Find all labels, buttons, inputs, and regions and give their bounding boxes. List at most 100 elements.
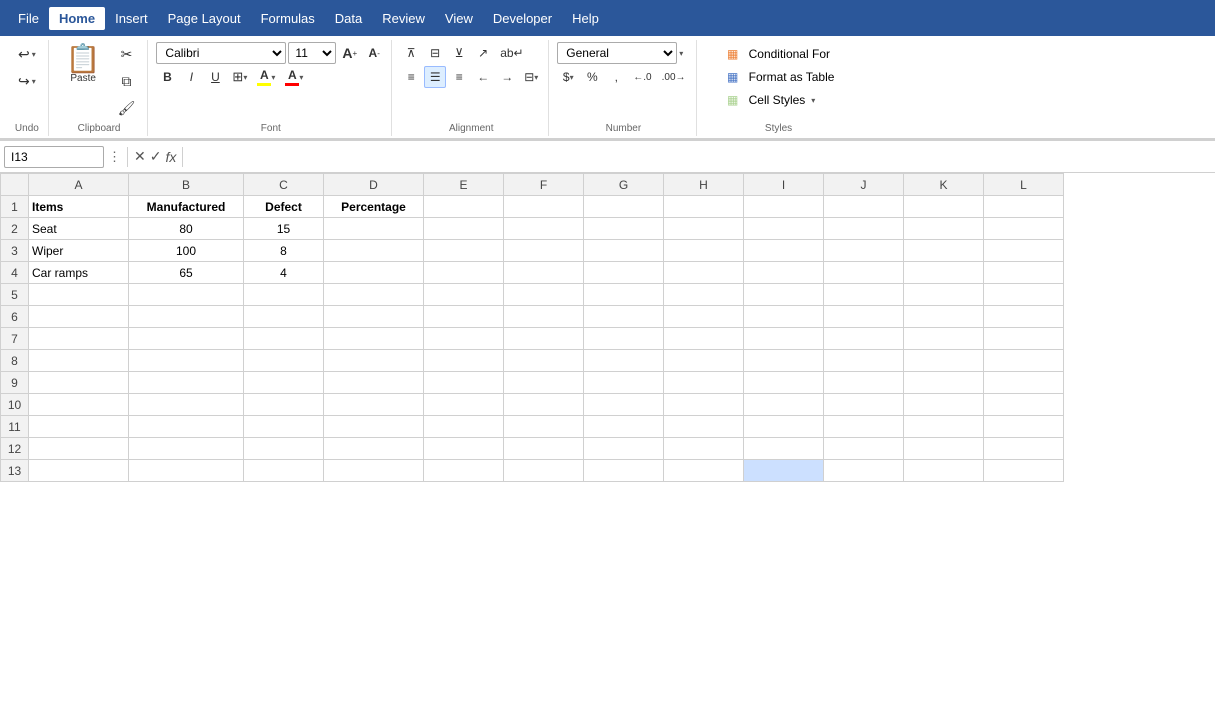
cell-E6[interactable] xyxy=(424,306,504,328)
decrease-decimal-button[interactable]: ←.0 xyxy=(629,66,655,88)
cell-C5[interactable] xyxy=(244,284,324,306)
row-header-1[interactable]: 1 xyxy=(1,196,29,218)
col-header-k[interactable]: K xyxy=(904,174,984,196)
col-header-b[interactable]: B xyxy=(129,174,244,196)
font-family-select[interactable]: Calibri xyxy=(156,42,286,64)
cell-A9[interactable] xyxy=(29,372,129,394)
cell-F6[interactable] xyxy=(504,306,584,328)
increase-indent-button[interactable]: → xyxy=(496,66,518,88)
cell-K12[interactable] xyxy=(904,438,984,460)
cell-G1[interactable] xyxy=(584,196,664,218)
accounting-format-button[interactable]: $ ▾ xyxy=(557,66,579,88)
cell-I4[interactable] xyxy=(744,262,824,284)
cell-K8[interactable] xyxy=(904,350,984,372)
col-header-l[interactable]: L xyxy=(984,174,1064,196)
cell-E13[interactable] xyxy=(424,460,504,482)
cell-B10[interactable] xyxy=(129,394,244,416)
cell-D3[interactable] xyxy=(324,240,424,262)
menu-formulas[interactable]: Formulas xyxy=(251,7,325,30)
cell-G9[interactable] xyxy=(584,372,664,394)
paste-button[interactable]: 📋 Paste xyxy=(57,42,110,121)
cell-C4[interactable]: 4 xyxy=(244,262,324,284)
insert-function-button[interactable]: fx xyxy=(165,149,176,165)
cell-B2[interactable]: 80 xyxy=(129,218,244,240)
col-header-i[interactable]: I xyxy=(744,174,824,196)
cell-G5[interactable] xyxy=(584,284,664,306)
cell-H10[interactable] xyxy=(664,394,744,416)
align-top-button[interactable]: ⊼ xyxy=(400,42,422,64)
cell-H6[interactable] xyxy=(664,306,744,328)
cell-B13[interactable] xyxy=(129,460,244,482)
row-header-8[interactable]: 8 xyxy=(1,350,29,372)
col-header-e[interactable]: E xyxy=(424,174,504,196)
cell-K11[interactable] xyxy=(904,416,984,438)
wrap-text-button[interactable]: ab↵ xyxy=(496,42,527,64)
cell-L7[interactable] xyxy=(984,328,1064,350)
cell-D2[interactable] xyxy=(324,218,424,240)
cell-E9[interactable] xyxy=(424,372,504,394)
menu-developer[interactable]: Developer xyxy=(483,7,562,30)
font-shrink-button[interactable]: A- xyxy=(363,42,385,64)
row-header-7[interactable]: 7 xyxy=(1,328,29,350)
cell-C1[interactable]: Defect xyxy=(244,196,324,218)
cell-K3[interactable] xyxy=(904,240,984,262)
menu-home[interactable]: Home xyxy=(49,7,105,30)
col-header-g[interactable]: G xyxy=(584,174,664,196)
cell-A2[interactable]: Seat xyxy=(29,218,129,240)
cell-K2[interactable] xyxy=(904,218,984,240)
cell-styles-button[interactable]: ▦ Cell Styles ▾ xyxy=(719,90,839,110)
cell-K9[interactable] xyxy=(904,372,984,394)
cell-L10[interactable] xyxy=(984,394,1064,416)
col-header-a[interactable]: A xyxy=(29,174,129,196)
cell-C10[interactable] xyxy=(244,394,324,416)
formula-bar-menu-icon[interactable]: ⋮ xyxy=(108,149,121,165)
cell-G4[interactable] xyxy=(584,262,664,284)
cell-C8[interactable] xyxy=(244,350,324,372)
cell-C13[interactable] xyxy=(244,460,324,482)
cell-J5[interactable] xyxy=(824,284,904,306)
cell-H3[interactable] xyxy=(664,240,744,262)
format-painter-button[interactable]: 🖌 xyxy=(112,96,142,121)
cell-D9[interactable] xyxy=(324,372,424,394)
cell-I9[interactable] xyxy=(744,372,824,394)
bold-button[interactable]: B xyxy=(156,66,178,88)
menu-review[interactable]: Review xyxy=(372,7,435,30)
cell-A11[interactable] xyxy=(29,416,129,438)
cell-L1[interactable] xyxy=(984,196,1064,218)
cell-F5[interactable] xyxy=(504,284,584,306)
cell-B12[interactable] xyxy=(129,438,244,460)
sheet-container[interactable]: A B C D E F G H I J K L 1ItemsManufactur… xyxy=(0,173,1215,482)
border-button[interactable]: ⊞ ▾ xyxy=(228,66,251,88)
cell-D1[interactable]: Percentage xyxy=(324,196,424,218)
number-format-select[interactable]: General xyxy=(557,42,677,64)
col-header-f[interactable]: F xyxy=(504,174,584,196)
row-header-5[interactable]: 5 xyxy=(1,284,29,306)
format-as-table-button[interactable]: ▦ Format as Table xyxy=(719,67,839,87)
cell-L13[interactable] xyxy=(984,460,1064,482)
cell-G10[interactable] xyxy=(584,394,664,416)
cell-K4[interactable] xyxy=(904,262,984,284)
menu-page-layout[interactable]: Page Layout xyxy=(158,7,251,30)
cell-H11[interactable] xyxy=(664,416,744,438)
cell-B4[interactable]: 65 xyxy=(129,262,244,284)
percent-button[interactable]: % xyxy=(581,66,603,88)
cell-F8[interactable] xyxy=(504,350,584,372)
cell-F4[interactable] xyxy=(504,262,584,284)
cell-A13[interactable] xyxy=(29,460,129,482)
cell-J8[interactable] xyxy=(824,350,904,372)
cell-B9[interactable] xyxy=(129,372,244,394)
cell-E8[interactable] xyxy=(424,350,504,372)
cell-F1[interactable] xyxy=(504,196,584,218)
cell-A5[interactable] xyxy=(29,284,129,306)
col-header-c[interactable]: C xyxy=(244,174,324,196)
text-direction-button[interactable]: ↗ xyxy=(472,42,494,64)
cell-I10[interactable] xyxy=(744,394,824,416)
cell-G3[interactable] xyxy=(584,240,664,262)
copy-button[interactable]: ⧉ xyxy=(112,69,142,94)
cell-A7[interactable] xyxy=(29,328,129,350)
cell-K13[interactable] xyxy=(904,460,984,482)
cell-H1[interactable] xyxy=(664,196,744,218)
cell-G11[interactable] xyxy=(584,416,664,438)
cell-H4[interactable] xyxy=(664,262,744,284)
cell-F2[interactable] xyxy=(504,218,584,240)
